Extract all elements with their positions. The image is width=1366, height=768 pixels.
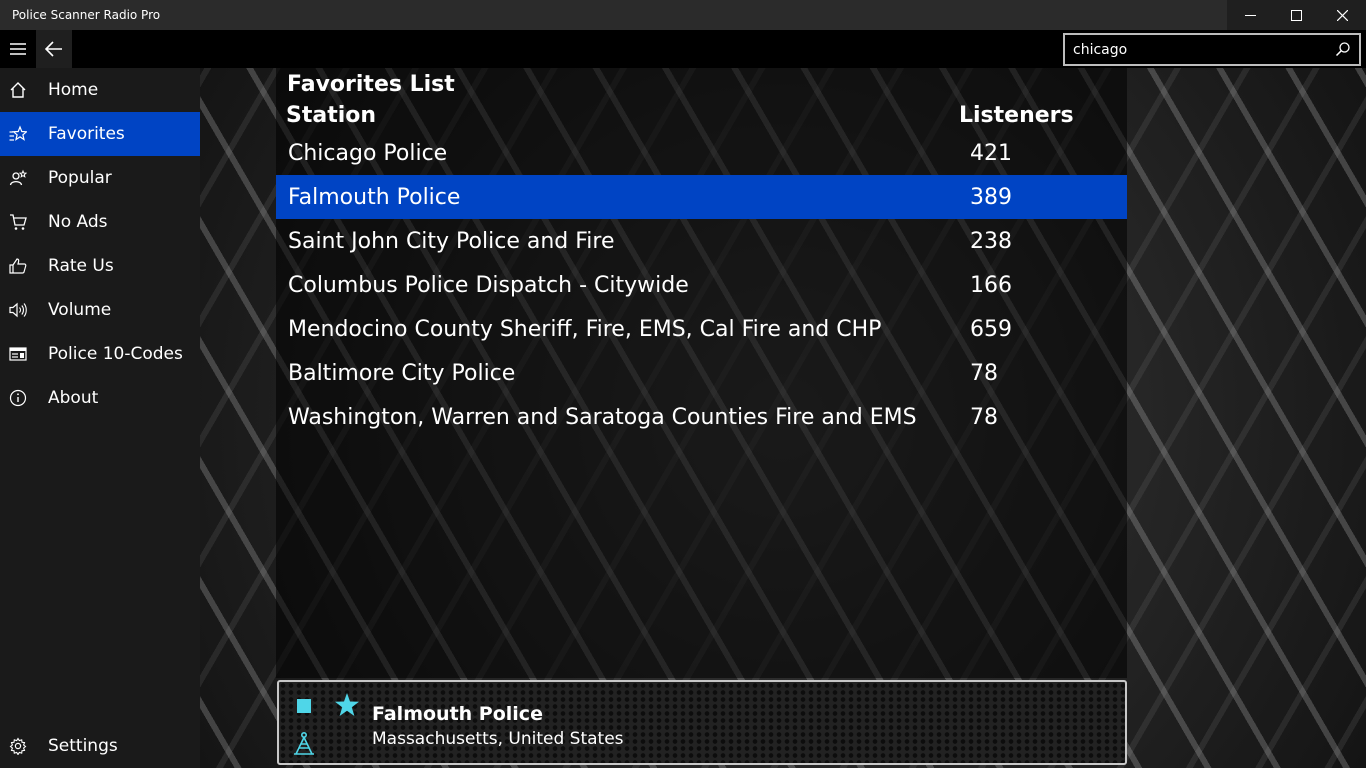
table-row[interactable]: Washington, Warren and Saratoga Counties… [276, 395, 1127, 439]
column-header-listeners: Listeners [959, 103, 1074, 128]
sidebar-item-label: Police 10-Codes [48, 344, 183, 364]
search-input[interactable] [1073, 39, 1323, 61]
gear-icon [9, 737, 27, 755]
sidebar-item-favorites[interactable]: Favorites [0, 112, 200, 156]
table-row[interactable]: Baltimore City Police 78 [276, 351, 1127, 395]
listener-count: 389 [970, 184, 1012, 210]
popular-icon [9, 169, 27, 186]
hamburger-icon [10, 43, 26, 55]
sidebar-item-about[interactable]: About [0, 376, 200, 420]
sidebar-item-label: Favorites [48, 124, 125, 144]
title-bar: Police Scanner Radio Pro [0, 0, 1366, 30]
table-row[interactable]: Mendocino County Sheriff, Fire, EMS, Cal… [276, 307, 1127, 351]
listener-count: 238 [970, 228, 1012, 254]
back-arrow-icon [45, 41, 62, 57]
sidebar-item-label: Volume [48, 300, 112, 320]
info-icon [9, 389, 27, 407]
sidebar-item-police-10-codes[interactable]: Police 10-Codes [0, 332, 200, 376]
listener-count: 78 [970, 404, 998, 430]
station-name: Saint John City Police and Fire [288, 228, 615, 254]
table-row[interactable]: Chicago Police 421 [276, 131, 1127, 175]
listener-count: 78 [970, 360, 998, 386]
sidebar-item-label: Home [48, 80, 99, 100]
favorites-icon [9, 125, 27, 141]
sidebar-item-label: No Ads [48, 212, 108, 232]
page-title: Favorites List [287, 72, 455, 97]
sidebar-item-popular[interactable]: Popular [0, 156, 200, 200]
station-name: Mendocino County Sheriff, Fire, EMS, Cal… [288, 316, 882, 342]
sidebar-item-rate-us[interactable]: Rate Us [0, 244, 200, 288]
now-playing-bar: Falmouth Police Massachusetts, United St… [277, 680, 1127, 765]
volume-icon [9, 302, 27, 318]
sidebar-item-label: Popular [48, 168, 112, 188]
stop-button[interactable] [297, 699, 311, 713]
table-row[interactable]: Falmouth Police 389 [276, 175, 1127, 219]
station-name: Chicago Police [288, 140, 448, 166]
home-icon [10, 82, 26, 98]
back-button[interactable] [36, 30, 72, 68]
codes-icon [9, 347, 27, 361]
nav-sidebar: Home Favorites Popular No Ads Rate Us Vo… [0, 68, 200, 768]
sidebar-item-settings[interactable]: Settings [0, 724, 200, 768]
app-header [0, 30, 1366, 68]
cart-icon [10, 214, 27, 230]
minimize-icon [1244, 14, 1256, 16]
listener-count: 659 [970, 316, 1012, 342]
close-button[interactable] [1319, 0, 1365, 30]
sidebar-item-home[interactable]: Home [0, 68, 200, 112]
search-box [1063, 33, 1361, 66]
station-name: Columbus Police Dispatch - Citywide [288, 272, 689, 298]
window-title: Police Scanner Radio Pro [12, 8, 161, 22]
maximize-button[interactable] [1273, 0, 1319, 30]
window-controls [1227, 0, 1366, 30]
minimize-button[interactable] [1227, 0, 1273, 30]
thumbs-up-icon [9, 258, 27, 274]
maximize-icon [1290, 9, 1302, 21]
sidebar-item-label: Rate Us [48, 256, 114, 276]
radio-tower-icon[interactable] [291, 730, 317, 756]
sidebar-item-no-ads[interactable]: No Ads [0, 200, 200, 244]
favorites-panel: Favorites List Station Listeners Chicago… [276, 68, 1127, 678]
hamburger-button[interactable] [0, 30, 36, 68]
close-icon [1336, 9, 1348, 21]
sidebar-item-volume[interactable]: Volume [0, 288, 200, 332]
sidebar-item-label: Settings [48, 736, 118, 756]
search-icon[interactable] [1335, 41, 1351, 57]
table-row[interactable]: Columbus Police Dispatch - Citywide 166 [276, 263, 1127, 307]
now-playing-location: Massachusetts, United States [372, 729, 624, 749]
station-name: Falmouth Police [288, 184, 461, 210]
table-row[interactable]: Saint John City Police and Fire 238 [276, 219, 1127, 263]
column-header-station: Station [286, 103, 377, 128]
now-playing-station: Falmouth Police [372, 703, 543, 725]
listener-count: 421 [970, 140, 1012, 166]
star-icon[interactable] [334, 692, 360, 718]
station-name: Baltimore City Police [288, 360, 516, 386]
station-name: Washington, Warren and Saratoga Counties… [288, 404, 917, 430]
listener-count: 166 [970, 272, 1012, 298]
sidebar-item-label: About [48, 388, 99, 408]
